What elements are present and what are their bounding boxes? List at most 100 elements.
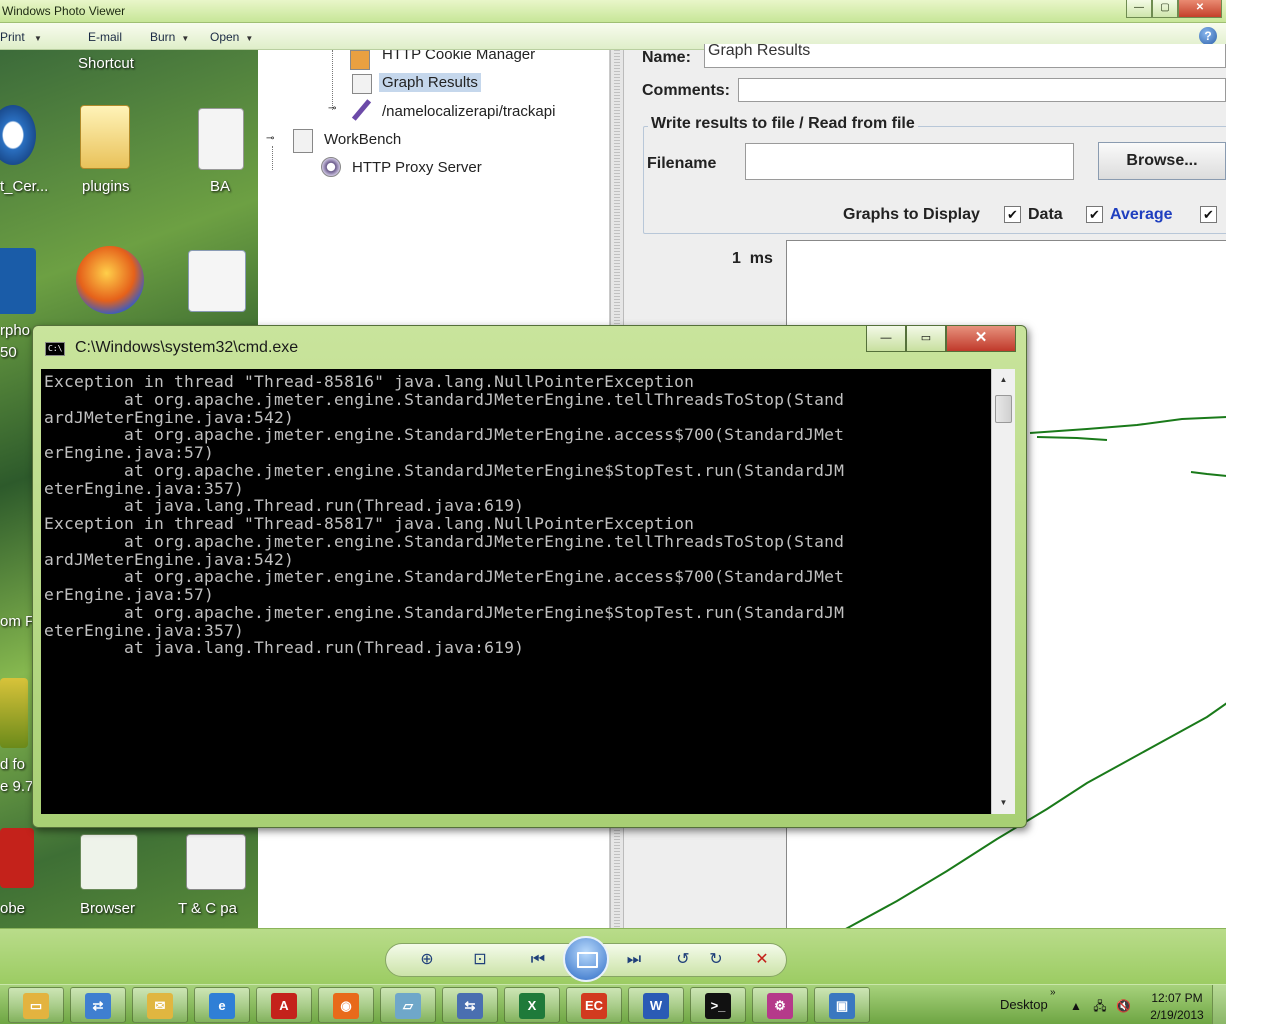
console-line: at java.lang.Thread.run(Thread.java:619) xyxy=(44,638,525,658)
excel-icon: X xyxy=(519,993,545,1019)
show-hidden-icons-icon[interactable]: ▲ xyxy=(1070,999,1082,1013)
average-checkbox[interactable]: ✔ xyxy=(1086,206,1103,223)
console-output[interactable]: Exception in thread "Thread-85816" java.… xyxy=(41,369,991,814)
scroll-down-icon[interactable]: ▼ xyxy=(992,794,1015,812)
sampler-icon xyxy=(350,100,370,120)
folder-icon[interactable] xyxy=(80,105,130,169)
graph-line xyxy=(1036,436,1108,441)
data-checkbox[interactable]: ✔ xyxy=(1004,206,1021,223)
graphs-to-display-label: Graphs to Display xyxy=(843,206,980,223)
expand-toggle-icon[interactable]: ⊸ xyxy=(328,103,336,114)
tree-item-label: Graph Results xyxy=(379,73,481,92)
menu-print[interactable]: Print ▼ xyxy=(0,30,42,44)
word-doc-icon[interactable] xyxy=(188,250,246,312)
scroll-up-icon[interactable]: ▲ xyxy=(992,371,1015,389)
cmd-window[interactable]: C:\ C:\Windows\system32\cmd.exe — ▭ ✕ Ex… xyxy=(32,325,1027,828)
dell-icon[interactable] xyxy=(0,105,36,165)
taskbar-button-eclipse[interactable]: EC xyxy=(566,987,622,1023)
rotate-ccw-icon[interactable]: ↺ xyxy=(669,946,697,974)
console-scrollbar[interactable]: ▲ ▼ xyxy=(991,369,1015,814)
menu-open[interactable]: Open ▼ xyxy=(210,30,253,44)
document-icon[interactable] xyxy=(198,108,244,170)
graph-icon xyxy=(352,74,372,94)
rotate-cw-icon[interactable]: ↻ xyxy=(702,946,730,974)
help-icon[interactable]: ? xyxy=(1199,27,1217,45)
explorer-icon: ▭ xyxy=(23,993,49,1019)
tree-item-proxy-server[interactable]: HTTP Proxy Server xyxy=(352,159,482,176)
close-button[interactable]: ✕ xyxy=(1178,0,1222,18)
cmd-icon: C:\ xyxy=(45,342,65,356)
tree-item-graph-results[interactable]: Graph Results xyxy=(379,73,481,92)
taskbar-button-jmeter[interactable]: ⚙ xyxy=(752,987,808,1023)
close-button[interactable]: ✕ xyxy=(946,326,1016,352)
console-line: Exception in thread "Thread-85817" java.… xyxy=(44,514,695,533)
filename-input[interactable] xyxy=(745,143,1074,180)
app-icon: ▱ xyxy=(395,993,421,1019)
taskbar-button-internet-explorer[interactable]: e xyxy=(194,987,250,1023)
taskbar-button-photo-viewer[interactable]: ▣ xyxy=(814,987,870,1023)
menu-email[interactable]: E-mail xyxy=(88,30,122,44)
minimize-button[interactable]: — xyxy=(1126,0,1152,18)
tree-item-workbench[interactable]: WorkBench xyxy=(324,131,401,148)
acrobat-icon[interactable] xyxy=(0,828,34,888)
taskbar-button-excel[interactable]: X xyxy=(504,987,560,1023)
cmd-window-title: C:\Windows\system32\cmd.exe xyxy=(75,339,299,356)
tree-item-label: HTTP Proxy Server xyxy=(352,159,482,176)
taskbar-button-outlook[interactable]: ✉ xyxy=(132,987,188,1023)
slideshow-icon[interactable] xyxy=(563,936,609,982)
cookie-icon xyxy=(350,50,370,70)
comments-field[interactable] xyxy=(738,78,1226,102)
console-line: eterEngine.java:357) xyxy=(44,478,245,498)
system-tray: ▲ 🖧 🔇 xyxy=(1070,997,1131,1018)
menu-burn-label: Burn xyxy=(150,30,176,44)
tree-item-cookie-manager[interactable]: HTTP Cookie Manager xyxy=(382,50,535,64)
taskbar-button-cmd[interactable]: >_ xyxy=(690,987,746,1023)
third-checkbox[interactable]: ✔ xyxy=(1200,206,1217,223)
taskbar-button-remote[interactable]: ⇆ xyxy=(442,987,498,1023)
internet-explorer-icon: e xyxy=(209,993,235,1019)
show-desktop-button[interactable] xyxy=(1212,985,1226,1024)
browse-button[interactable]: Browse... xyxy=(1098,142,1226,180)
tree-item-sampler[interactable]: /namelocalizerapi/trackapi xyxy=(382,103,555,120)
taskbar-button-acrobat[interactable]: A xyxy=(256,987,312,1023)
zoom-icon[interactable]: ⊕ xyxy=(413,946,441,974)
desktop-icon-label: Shortcut xyxy=(78,55,134,72)
minimize-button[interactable]: — xyxy=(866,326,906,352)
previous-icon[interactable]: ⏮ xyxy=(524,946,552,974)
jmeter-icon: ⚙ xyxy=(767,993,793,1019)
network-icon[interactable]: 🖧 xyxy=(1093,999,1106,1013)
cmd-icon: >_ xyxy=(705,993,731,1019)
volume-icon[interactable]: 🔇 xyxy=(1116,999,1131,1013)
firefox-icon[interactable] xyxy=(76,246,144,314)
taskbar-button-app[interactable]: ▱ xyxy=(380,987,436,1023)
chevron-right-icon[interactable]: » xyxy=(1050,987,1056,998)
taskbar-button-explorer[interactable]: ▭ xyxy=(8,987,64,1023)
name-label: Name: xyxy=(642,49,691,66)
menu-open-label: Open xyxy=(210,30,240,44)
scrollbar-thumb[interactable] xyxy=(995,395,1012,423)
document-icon[interactable] xyxy=(186,834,246,890)
taskbar-button-network[interactable]: ⇄ xyxy=(70,987,126,1023)
chevron-down-icon: ▼ xyxy=(181,34,190,43)
desktop-icon-label: d fo xyxy=(0,756,26,773)
desktop-toolbar[interactable]: Desktop » xyxy=(1000,987,1056,1012)
delete-icon[interactable]: ✕ xyxy=(748,946,776,974)
menu-burn[interactable]: Burn ▼ xyxy=(150,30,189,44)
clock-date[interactable]: 2/19/2013 xyxy=(1146,1008,1208,1022)
clock-time[interactable]: 12:07 PM xyxy=(1150,991,1204,1005)
maximize-button[interactable]: ▢ xyxy=(1152,0,1178,18)
console-line: at org.apache.jmeter.engine.StandardJMet… xyxy=(44,460,845,480)
name-field[interactable]: Graph Results xyxy=(704,42,1226,68)
app-icon[interactable] xyxy=(0,248,36,314)
excel-icon[interactable] xyxy=(80,834,138,890)
tree-item-label: /namelocalizerapi/trackapi xyxy=(382,103,556,120)
window-controls: — ▢ ✕ xyxy=(1126,0,1222,19)
taskbar-button-word[interactable]: W xyxy=(628,987,684,1023)
taskbar-button-firefox[interactable]: ◉ xyxy=(318,987,374,1023)
next-icon[interactable]: ⏭ xyxy=(620,946,648,974)
expand-toggle-icon[interactable]: ⊸ xyxy=(266,133,274,144)
app-icon[interactable] xyxy=(0,678,28,748)
actual-size-icon[interactable]: ⊡ xyxy=(466,946,494,974)
desktop-icon-label: BA xyxy=(210,178,231,195)
maximize-button[interactable]: ▭ xyxy=(906,326,946,352)
